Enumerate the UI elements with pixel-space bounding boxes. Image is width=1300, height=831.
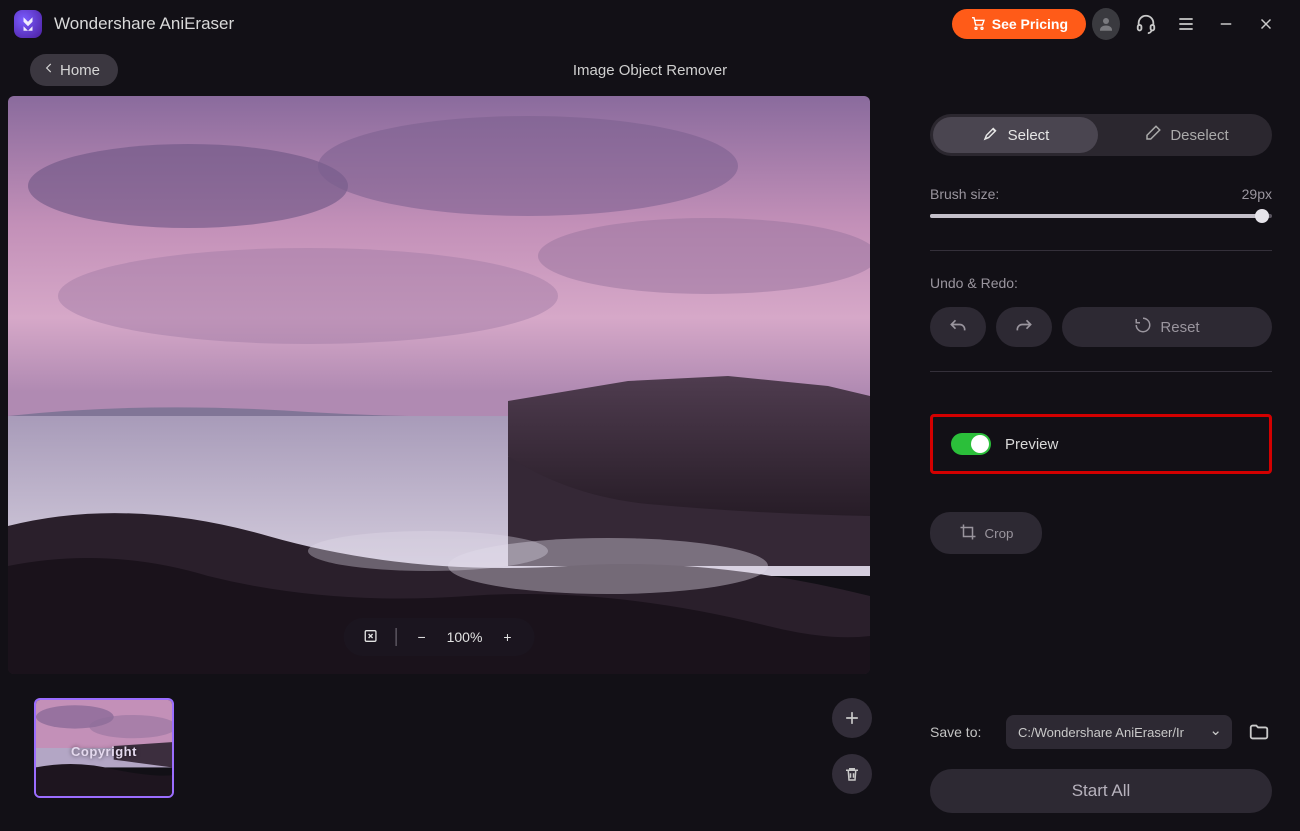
close-button[interactable] — [1246, 4, 1286, 44]
select-segmented: Select Deselect — [930, 114, 1272, 156]
crop-button[interactable]: Crop — [930, 512, 1042, 554]
save-to-label: Save to: — [930, 724, 992, 740]
thumbnail-watermark: Copyright — [36, 744, 172, 759]
reset-button[interactable]: Reset — [1062, 307, 1272, 347]
redo-button[interactable] — [996, 307, 1052, 347]
brush-size-slider[interactable] — [930, 214, 1272, 218]
fit-screen-icon[interactable] — [362, 628, 380, 647]
eraser-icon — [1144, 124, 1162, 146]
select-button[interactable]: Select — [933, 117, 1098, 153]
add-image-button[interactable] — [832, 698, 872, 738]
browse-folder-button[interactable] — [1246, 719, 1272, 745]
undo-redo-label: Undo & Redo: — [930, 275, 1272, 291]
thumbnail[interactable]: Copyright — [34, 698, 174, 798]
preview-highlight: Preview — [930, 414, 1272, 474]
chevron-left-icon — [42, 61, 56, 79]
crop-icon — [959, 523, 977, 544]
zoom-out-button[interactable]: − — [413, 629, 431, 645]
reset-icon — [1134, 316, 1152, 338]
brush-size-value: 29px — [1242, 186, 1272, 202]
deselect-button[interactable]: Deselect — [1104, 117, 1269, 153]
zoom-controls: − 100% + — [344, 618, 535, 656]
canvas-image[interactable]: − 100% + — [8, 96, 870, 674]
brush-icon — [982, 124, 1000, 146]
home-button[interactable]: Home — [30, 54, 118, 86]
canvas-pane: − 100% + Copyright — [0, 92, 902, 831]
titlebar: Wondershare AniEraser See Pricing — [0, 0, 1300, 48]
page-title: Image Object Remover — [573, 62, 727, 79]
minimize-button[interactable] — [1206, 4, 1246, 44]
undo-button[interactable] — [930, 307, 986, 347]
zoom-in-button[interactable]: + — [498, 629, 516, 645]
brush-size-label: Brush size: — [930, 186, 999, 202]
cart-icon — [970, 15, 986, 34]
delete-image-button[interactable] — [832, 754, 872, 794]
app-name: Wondershare AniEraser — [54, 14, 234, 34]
see-pricing-button[interactable]: See Pricing — [952, 9, 1086, 39]
app-logo — [14, 10, 42, 38]
preview-label: Preview — [1005, 436, 1058, 453]
menu-icon[interactable] — [1166, 4, 1206, 44]
start-all-button[interactable]: Start All — [930, 769, 1272, 813]
side-panel: Select Deselect Brush size: 29px Undo & … — [902, 92, 1300, 831]
preview-toggle[interactable] — [951, 433, 991, 455]
zoom-level: 100% — [447, 629, 483, 645]
avatar[interactable] — [1086, 4, 1126, 44]
save-path-select[interactable]: C:/Wondershare AniEraser/Ir — [1006, 715, 1232, 749]
sub-header: Home Image Object Remover — [0, 48, 1300, 92]
headset-icon[interactable] — [1126, 4, 1166, 44]
